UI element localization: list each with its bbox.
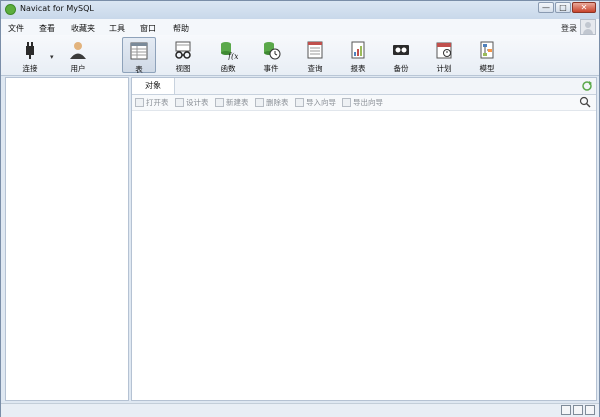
toolbar-connection-button[interactable]: 连接 [13, 37, 47, 73]
toolbar-event-button[interactable]: 事件 [254, 37, 288, 73]
refresh-icon[interactable] [581, 80, 593, 92]
menu-view[interactable]: 查看 [39, 23, 55, 34]
toolbar-label: 报表 [350, 64, 366, 73]
list-view-icon[interactable] [561, 405, 571, 415]
menu-file[interactable]: 文件 [8, 23, 24, 34]
er-diagram-view-icon[interactable] [585, 405, 595, 415]
window-title: Navicat for MySQL [20, 4, 94, 13]
toolbar-function-button[interactable]: f(x) 函数 [211, 37, 245, 73]
chevron-down-icon[interactable]: ▾ [50, 53, 54, 61]
report-icon [351, 41, 365, 59]
toolbar-label: 计划 [436, 64, 452, 73]
export-wizard-icon [342, 98, 351, 107]
menu-favorites[interactable]: 收藏夹 [71, 23, 95, 34]
toolbar-label: 视图 [175, 64, 191, 73]
model-icon [480, 41, 494, 59]
navicat-logo-icon [5, 4, 16, 15]
view-icon [175, 41, 191, 59]
app-window: Navicat for MySQL — □ ✕ 文件 查看 收藏夹 工具 窗口 … [0, 0, 600, 417]
table-icon [130, 42, 148, 60]
user-icon [70, 42, 86, 59]
import-wizard-icon [295, 98, 304, 107]
object-actions-bar: 打开表 设计表 新建表 删除表 导入向导 导出向导 [132, 95, 596, 111]
event-icon [264, 42, 281, 60]
schedule-icon [436, 42, 452, 59]
search-icon[interactable] [579, 96, 591, 108]
query-icon [307, 41, 323, 59]
menu-window[interactable]: 窗口 [140, 23, 156, 34]
new-table-icon [215, 98, 224, 107]
design-table-icon [175, 98, 184, 107]
new-table-button[interactable]: 新建表 [215, 97, 249, 108]
plug-icon [26, 42, 34, 59]
menu-help[interactable]: 帮助 [173, 23, 189, 34]
toolbar-schedule-button[interactable]: 计划 [427, 37, 461, 73]
window-controls: — □ ✕ [538, 2, 596, 13]
menu-tools[interactable]: 工具 [109, 23, 125, 34]
detail-view-icon[interactable] [573, 405, 583, 415]
open-table-icon [135, 98, 144, 107]
toolbar-backup-button[interactable]: 备份 [384, 37, 418, 73]
toolbar-label: 查询 [307, 64, 323, 73]
toolbar-label: 连接 [22, 64, 38, 73]
toolbar-label: 备份 [393, 64, 409, 73]
status-bar [1, 403, 599, 417]
design-table-button[interactable]: 设计表 [175, 97, 209, 108]
title-bar: Navicat for MySQL — □ ✕ [1, 1, 599, 19]
toolbar-table-button[interactable]: 表 [122, 37, 156, 74]
minimize-button[interactable]: — [538, 2, 554, 13]
toolbar-model-button[interactable]: 模型 [470, 37, 504, 73]
avatar-icon[interactable] [580, 19, 596, 35]
export-wizard-button[interactable]: 导出向导 [342, 97, 383, 108]
tab-bar: 对象 [132, 78, 596, 95]
toolbar-view-button[interactable]: 视图 [166, 37, 200, 73]
open-table-button[interactable]: 打开表 [135, 97, 169, 108]
tab-objects[interactable]: 对象 [132, 78, 175, 94]
toolbar-label: 模型 [479, 64, 495, 73]
backup-icon [393, 45, 409, 55]
toolbar-label: 事件 [263, 64, 279, 73]
function-icon: f(x) [221, 42, 238, 60]
delete-table-icon [255, 98, 264, 107]
toolbar-report-button[interactable]: 报表 [341, 37, 375, 73]
import-wizard-button[interactable]: 导入向导 [295, 97, 336, 108]
svg-text:f(x): f(x) [227, 52, 238, 60]
maximize-button[interactable]: □ [555, 2, 571, 13]
toolbar-label: 函数 [220, 64, 236, 73]
toolbar-query-button[interactable]: 查询 [298, 37, 332, 73]
view-mode-buttons [561, 405, 595, 415]
delete-table-button[interactable]: 删除表 [255, 97, 289, 108]
toolbar-label: 用户 [70, 64, 86, 73]
connection-tree-panel[interactable] [5, 77, 129, 401]
close-button[interactable]: ✕ [572, 2, 596, 13]
main-toolbar: 连接 ▾ 用户 表 视图 f(函数 事件 查询 报表 备份 计划 模型 [1, 35, 599, 76]
menu-bar: 文件 查看 收藏夹 工具 窗口 帮助 登录 [1, 19, 599, 35]
login-link[interactable]: 登录 [561, 23, 577, 34]
toolbar-user-button[interactable]: 用户 [61, 37, 95, 73]
toolbar-label: 表 [135, 65, 143, 74]
object-panel: 对象 打开表 设计表 新建表 删除表 导入向导 导出向导 [131, 77, 597, 401]
